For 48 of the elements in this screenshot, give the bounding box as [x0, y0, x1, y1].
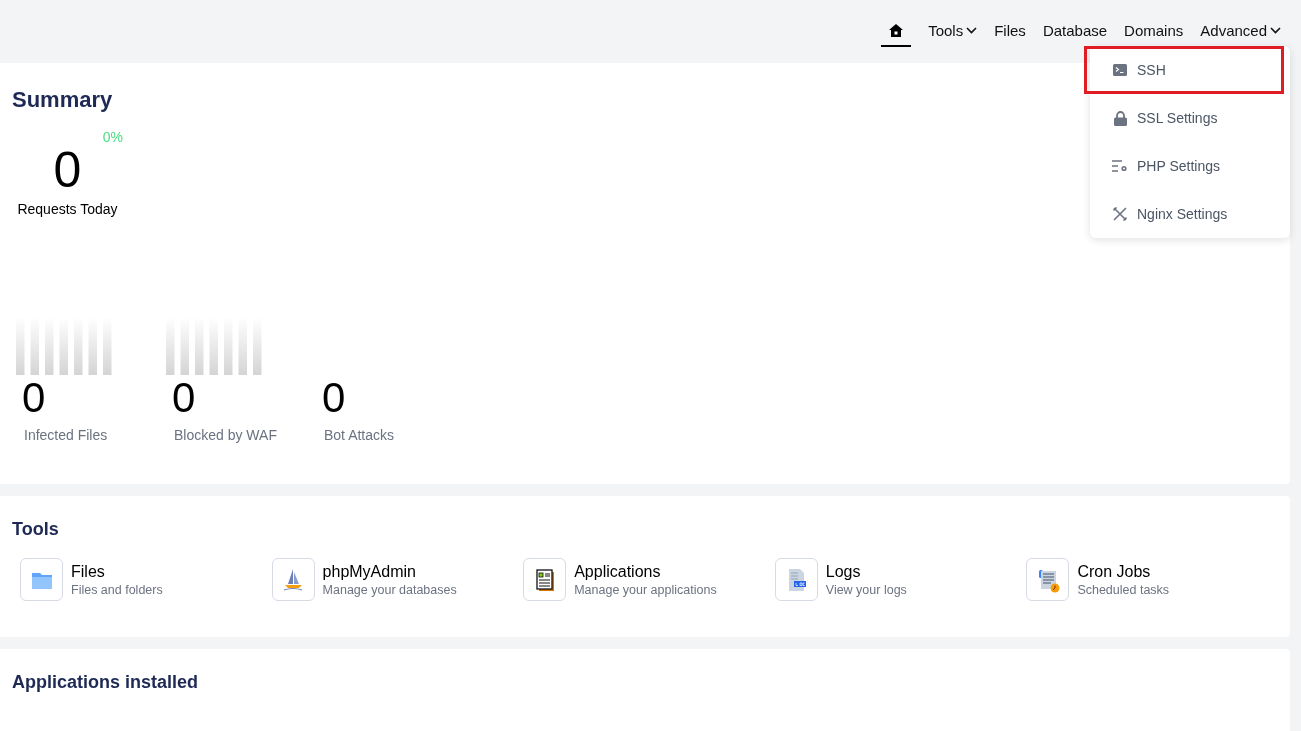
tool-title: Cron Jobs: [1077, 561, 1152, 582]
menu-item[interactable]: Nginx Settings: [1090, 190, 1290, 238]
tool-title: phpMyAdmin: [322, 561, 417, 582]
nav-link[interactable]: Files: [994, 19, 1026, 47]
nav-link[interactable]: Domains: [1124, 19, 1184, 47]
tool-link[interactable]: Cron Jobs Scheduled tasks: [1026, 558, 1278, 601]
document-clock-icon: [1026, 558, 1070, 601]
stat-label: Infected Files: [23, 426, 109, 445]
tool-title: Files: [71, 561, 106, 582]
tool-link[interactable]: Applications Manage your applications: [523, 558, 775, 601]
sailboat-icon: [271, 558, 315, 601]
stat-value: 0: [21, 375, 47, 421]
tool-subtitle: Scheduled tasks: [1077, 581, 1170, 598]
stat-value: 0: [321, 375, 347, 421]
lock-icon: [1113, 110, 1127, 126]
section-title: Summary: [12, 87, 114, 113]
home-icon: [889, 24, 904, 37]
stat-label: Bot Attacks: [323, 426, 396, 445]
tool-title: Applications: [574, 561, 662, 582]
stat-label: Requests Today: [17, 200, 118, 219]
requests-count: 0: [53, 145, 82, 195]
menu-item[interactable]: SSL Settings: [1090, 94, 1290, 142]
menu-item[interactable]: PHP Settings: [1090, 142, 1290, 190]
tool-link[interactable]: Files Files and folders: [20, 558, 272, 601]
tool-subtitle: Files and folders: [71, 581, 163, 598]
stat-value: 0: [171, 375, 197, 421]
checklist-icon: [523, 558, 567, 601]
tool-subtitle: Manage your applications: [574, 581, 717, 598]
tool-link[interactable]: Logs View your logs: [774, 558, 1027, 601]
log-file-icon: [774, 558, 818, 601]
folder-icon: [20, 558, 63, 601]
nav-link[interactable]: Database: [1042, 19, 1108, 47]
stat-label: Blocked by WAF: [173, 426, 278, 445]
terminal-icon: [1113, 64, 1127, 76]
section-title: Tools: [12, 518, 60, 540]
tools-icon: [1113, 207, 1127, 221]
chevron-down-icon: [1270, 27, 1281, 34]
chevron-down-icon: [966, 27, 978, 34]
tool-subtitle: View your logs: [825, 581, 907, 598]
menu-item[interactable]: SSH: [1084, 46, 1284, 94]
nav-dropdown[interactable]: Tools: [928, 19, 978, 47]
tool-link[interactable]: phpMyAdmin Manage your databases: [271, 558, 524, 601]
tool-subtitle: Manage your databases: [322, 581, 457, 598]
change-percentage: 0%: [102, 129, 123, 145]
nav-dropdown[interactable]: Advanced: [1200, 19, 1281, 47]
section-title: Applications installed: [12, 671, 200, 693]
list-gear-icon: [1112, 160, 1128, 172]
tool-title: Logs: [825, 561, 862, 582]
